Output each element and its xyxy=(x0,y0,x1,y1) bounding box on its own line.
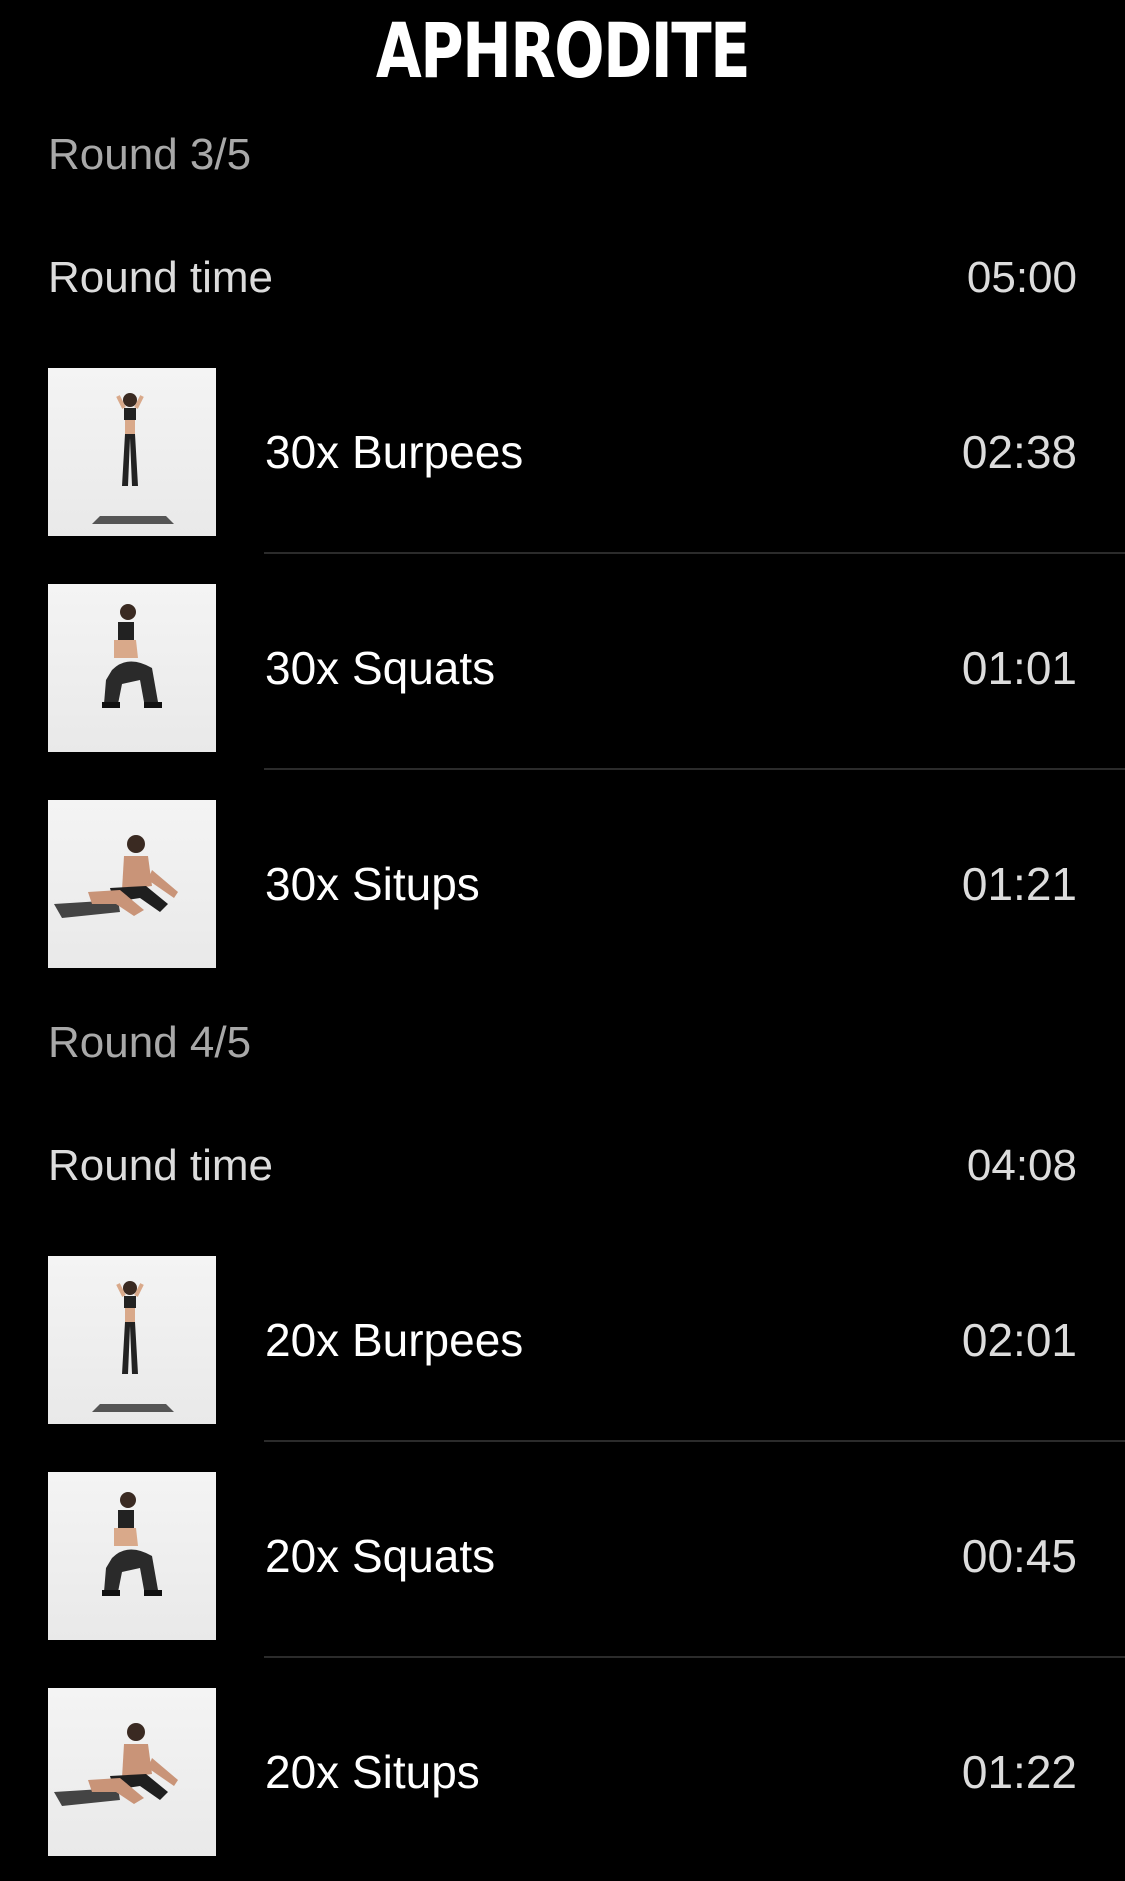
burpee-thumbnail xyxy=(48,1256,216,1424)
exercise-time: 01:21 xyxy=(961,858,1077,910)
exercise-row-squats[interactable]: 20x Squats 00:45 xyxy=(0,1442,1125,1658)
page-title: APHRODITE xyxy=(375,5,751,95)
exercise-name: 30x Squats xyxy=(265,642,496,694)
exercise-row-burpees[interactable]: 30x Burpees 02:38 xyxy=(0,338,1125,554)
exercise-time: 01:22 xyxy=(961,1746,1077,1798)
round-time-row: Round time 05:00 xyxy=(48,248,1077,308)
squat-thumbnail xyxy=(48,584,216,752)
exercise-row-squats[interactable]: 30x Squats 01:01 xyxy=(0,554,1125,770)
situp-thumbnail xyxy=(48,1688,216,1856)
exercise-time: 02:01 xyxy=(961,1314,1077,1366)
exercise-time: 00:45 xyxy=(961,1530,1077,1582)
round-time-row: Round time 04:08 xyxy=(48,1136,1077,1196)
round-label: Round 4/5 xyxy=(48,1018,252,1067)
situp-thumbnail xyxy=(48,800,216,968)
round-label: Round 3/5 xyxy=(48,130,252,179)
exercise-name: 20x Situps xyxy=(265,1746,480,1798)
exercise-row-burpees[interactable]: 20x Burpees 02:01 xyxy=(0,1226,1125,1442)
round-time-label: Round time xyxy=(48,253,274,302)
exercise-name: 30x Burpees xyxy=(265,426,524,478)
exercise-row-situps[interactable]: 30x Situps 01:21 xyxy=(0,770,1125,986)
exercise-time: 01:01 xyxy=(961,642,1077,694)
squat-thumbnail xyxy=(48,1472,216,1640)
exercise-name: 20x Squats xyxy=(265,1530,496,1582)
burpee-thumbnail xyxy=(48,368,216,536)
round-time-value: 04:08 xyxy=(966,1141,1077,1190)
round-time-value: 05:00 xyxy=(966,253,1077,302)
exercise-name: 20x Burpees xyxy=(265,1314,524,1366)
exercise-row-situps[interactable]: 20x Situps 01:22 xyxy=(0,1658,1125,1874)
exercise-time: 02:38 xyxy=(961,426,1077,478)
exercise-name: 30x Situps xyxy=(265,858,480,910)
round-time-label: Round time xyxy=(48,1141,274,1190)
